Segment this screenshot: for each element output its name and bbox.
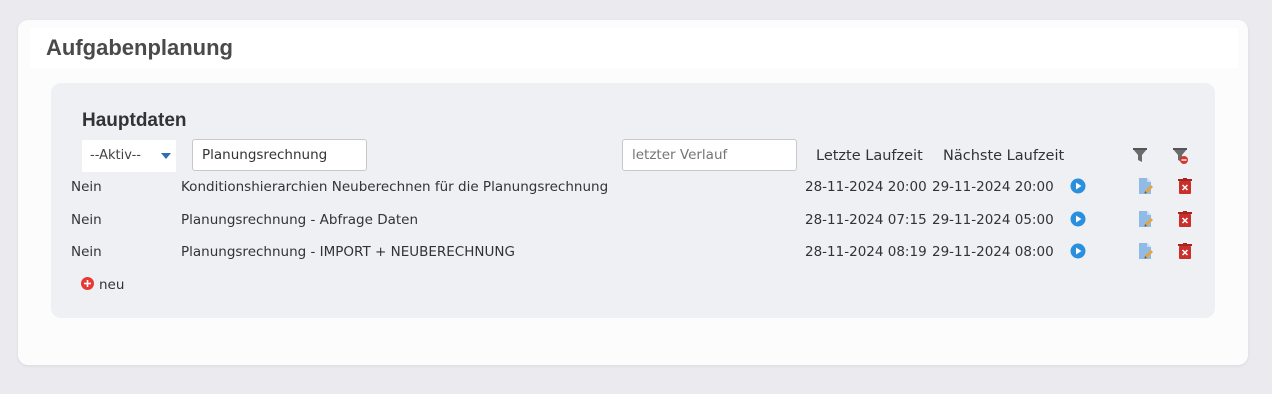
active-filter-select[interactable]: --Aktiv-- bbox=[82, 140, 176, 172]
page-title: Aufgabenplanung bbox=[46, 35, 233, 60]
row-last-run: 28-11-2024 07:15 bbox=[805, 212, 927, 228]
title-bar: Aufgabenplanung bbox=[30, 28, 1238, 68]
row-next-run: 29-11-2024 08:00 bbox=[932, 244, 1054, 260]
delete-icon[interactable] bbox=[1178, 178, 1192, 194]
edit-icon[interactable] bbox=[1138, 242, 1154, 260]
name-filter-input[interactable] bbox=[192, 139, 367, 171]
row-next-run: 29-11-2024 20:00 bbox=[932, 179, 1054, 195]
row-active: Nein bbox=[71, 212, 102, 228]
row-task-name: Planungsrechnung - IMPORT + NEUBERECHNUN… bbox=[181, 244, 515, 260]
main-card: Aufgabenplanung Hauptdaten --Aktiv-- Let… bbox=[18, 20, 1248, 365]
play-icon[interactable] bbox=[1070, 178, 1086, 194]
add-new-label[interactable]: neu bbox=[99, 277, 124, 293]
row-next-run: 29-11-2024 05:00 bbox=[932, 212, 1054, 228]
play-icon[interactable] bbox=[1070, 211, 1086, 227]
column-header-next-run: Nächste Laufzeit bbox=[943, 148, 1065, 164]
play-icon[interactable] bbox=[1070, 243, 1086, 259]
filter-icon[interactable] bbox=[1132, 147, 1148, 164]
delete-icon[interactable] bbox=[1178, 243, 1192, 259]
table-row: Nein Konditionshierarchien Neuberechnen f… bbox=[51, 177, 1215, 205]
row-task-name: Konditionshierarchien Neuberechnen für d… bbox=[181, 179, 609, 195]
chevron-down-icon bbox=[161, 153, 171, 159]
table-row: Nein Planungsrechnung - Abfrage Daten 28-1… bbox=[51, 210, 1215, 238]
clear-filter-icon[interactable] bbox=[1172, 147, 1188, 164]
hauptdaten-panel: Hauptdaten --Aktiv-- Letzte Laufzeit Näc… bbox=[51, 83, 1215, 318]
add-icon[interactable] bbox=[81, 277, 94, 290]
section-title: Hauptdaten bbox=[82, 110, 187, 131]
table-row: Nein Planungsrechnung - IMPORT + NEUBEREC… bbox=[51, 242, 1215, 270]
edit-icon[interactable] bbox=[1138, 177, 1154, 195]
row-active: Nein bbox=[71, 244, 102, 260]
row-task-name: Planungsrechnung - Abfrage Daten bbox=[181, 212, 419, 228]
edit-icon[interactable] bbox=[1138, 210, 1154, 228]
active-filter-value: --Aktiv-- bbox=[90, 148, 141, 163]
delete-icon[interactable] bbox=[1178, 211, 1192, 227]
row-last-run: 28-11-2024 08:19 bbox=[805, 244, 927, 260]
row-active: Nein bbox=[71, 179, 102, 195]
verlauf-filter-input[interactable] bbox=[622, 139, 797, 171]
column-header-last-run: Letzte Laufzeit bbox=[816, 148, 923, 164]
row-last-run: 28-11-2024 20:00 bbox=[805, 179, 927, 195]
